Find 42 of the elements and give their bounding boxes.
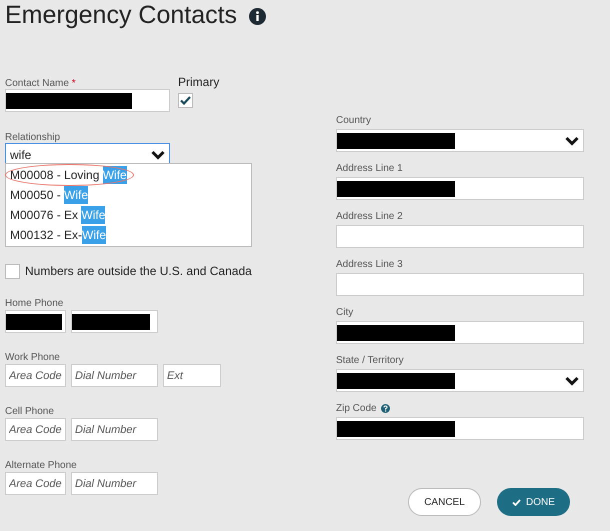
field-label: Cell Phone [5, 405, 55, 416]
dropdown-option[interactable]: M00050 - Wife [6, 185, 92, 205]
field-label: Relationship [5, 131, 62, 142]
field-label: Country [336, 114, 372, 128]
field-label: Work Phone [5, 351, 61, 362]
field-label: Address Line 3 [336, 258, 403, 272]
checkbox-label: Numbers are outside the U.S. and Canada [25, 263, 252, 280]
outside-us-checkbox[interactable] [5, 264, 20, 278]
primary-checkbox[interactable] [178, 93, 193, 108]
field-label: State / Territory [336, 354, 404, 368]
text-field[interactable] [336, 273, 584, 296]
select-field[interactable] [336, 129, 584, 152]
phone-field[interactable]: Dial Number [72, 419, 157, 440]
dropdown-option[interactable]: M00008 - Loving Wife [6, 165, 133, 185]
phone-field[interactable]: Dial Number [72, 473, 157, 494]
page-title: Emergency Contacts [5, 0, 238, 32]
cancel-button[interactable]: CANCEL [408, 488, 481, 516]
text-field[interactable] [336, 321, 584, 344]
contact-name-field[interactable] [5, 89, 170, 112]
chevron-down-icon [565, 376, 579, 386]
field-label: Alternate Phone [5, 459, 78, 470]
text-field[interactable] [336, 225, 584, 248]
phone-field[interactable]: Ext [164, 365, 220, 386]
chevron-down-icon [151, 150, 165, 160]
checkmark-icon [180, 96, 191, 105]
done-button[interactable]: DONE [497, 488, 570, 516]
field-label: Address Line 2 [336, 210, 403, 224]
primary-label: Primary [178, 74, 220, 91]
dropdown-option[interactable]: M00076 - Ex Wife [6, 205, 110, 225]
field-label: Address Line 1 [336, 162, 403, 176]
checkmark-icon [512, 498, 522, 506]
info-icon [249, 8, 266, 24]
dropdown-option[interactable]: M00132 - Ex-Wife [6, 225, 110, 245]
field-label: Home Phone [5, 297, 64, 308]
field-label: Contact Name * [5, 78, 76, 89]
field-label: Zip Code [336, 402, 377, 416]
text-field[interactable] [336, 177, 584, 200]
field-label: City [336, 306, 354, 320]
phone-field[interactable]: Dial Number [72, 365, 157, 386]
text-field[interactable] [336, 417, 584, 440]
chevron-down-icon [565, 136, 579, 146]
select-field[interactable] [336, 369, 584, 392]
